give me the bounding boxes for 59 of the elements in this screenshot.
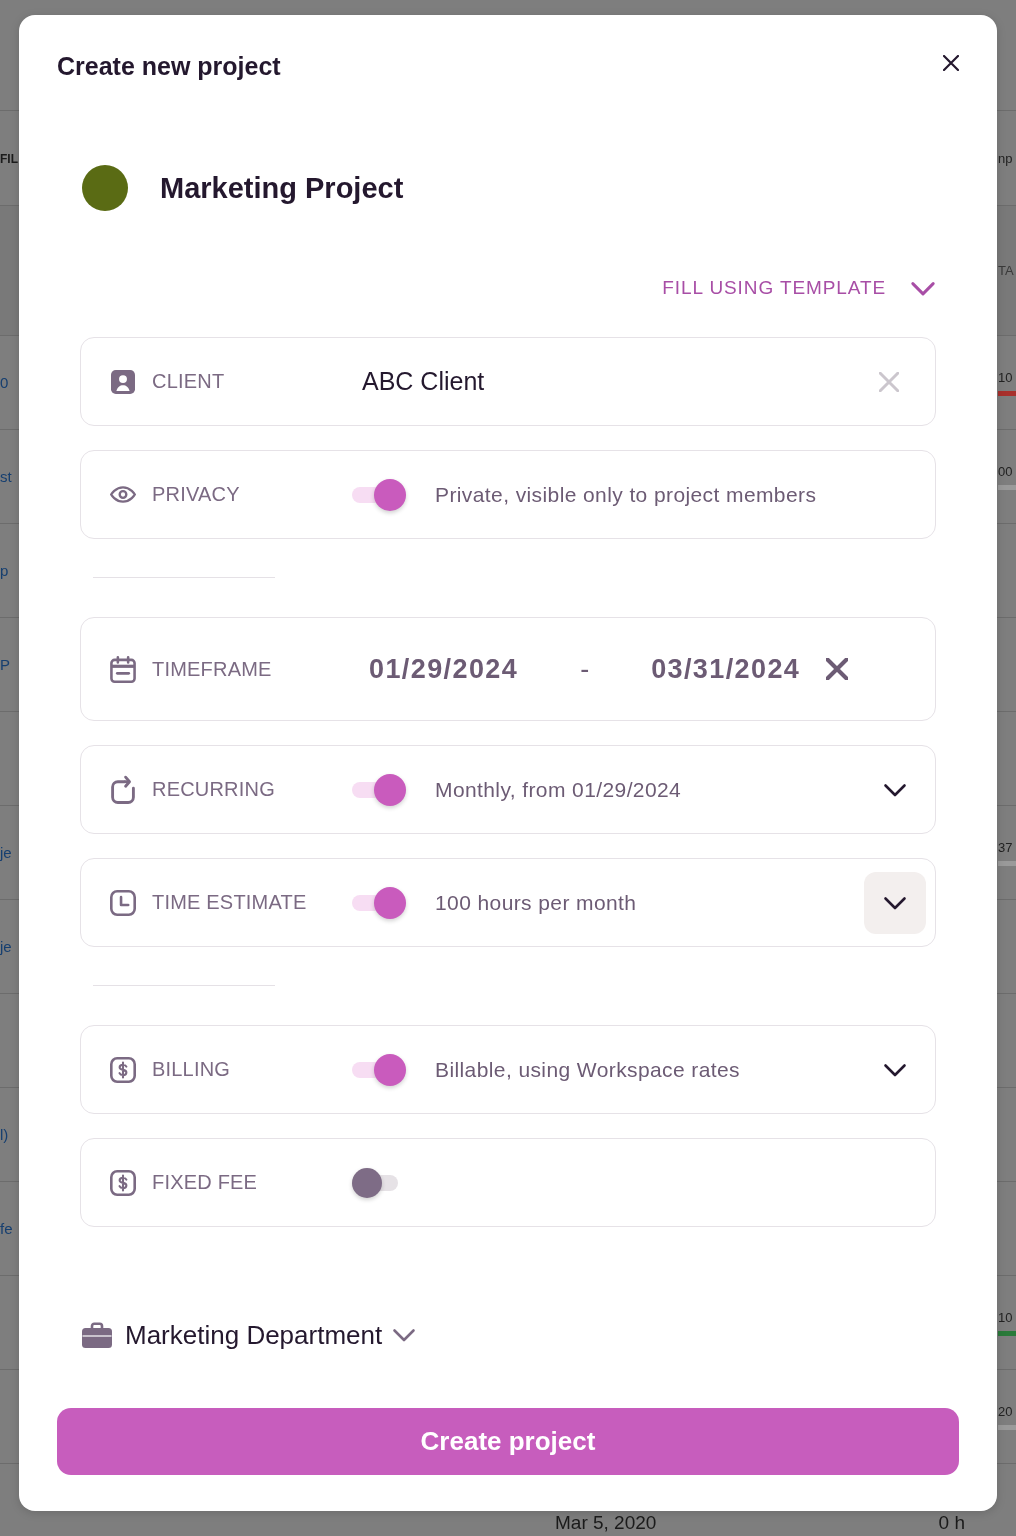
column-header: TA — [998, 263, 1014, 278]
field-label: TIMEFRAME — [152, 657, 272, 681]
column-header: np — [998, 150, 1013, 166]
field-label: TIME ESTIMATE — [152, 891, 307, 914]
department-dropdown[interactable]: Marketing Department — [82, 1318, 417, 1352]
date-separator: - — [580, 653, 590, 685]
chevron-down-icon — [910, 280, 936, 296]
dialog-title: Create new project — [57, 51, 281, 82]
chevron-down-icon — [392, 1328, 417, 1342]
field-value: Billable, using Workspace rates — [435, 1057, 740, 1082]
field-value: 100 hours per month — [435, 890, 637, 915]
chevron-down-icon — [883, 895, 907, 910]
table-link[interactable]: P — [0, 655, 10, 673]
start-date-field[interactable]: 01/29/2024 — [369, 653, 519, 685]
client-select[interactable]: ABC Client — [362, 367, 485, 396]
field-label: CLIENT — [152, 370, 225, 393]
table-text: Mar 5, 2020 — [555, 1512, 657, 1534]
table-text: 0 h — [938, 1512, 965, 1534]
chevron-down-icon[interactable] — [883, 782, 907, 797]
color-dot-icon[interactable] — [82, 165, 128, 211]
dropdown-button[interactable] — [864, 871, 926, 934]
field-value: Private, visible only to project members — [435, 482, 817, 507]
column-header: FIL — [0, 152, 18, 166]
toggle-switch[interactable] — [352, 1053, 406, 1086]
table-link[interactable]: fe — [0, 1219, 13, 1237]
table-text: 10 — [998, 369, 1013, 385]
close-icon[interactable] — [943, 55, 959, 71]
field-label: FIXED FEE — [152, 1171, 258, 1194]
chevron-down-icon[interactable] — [883, 1062, 907, 1077]
toggle-switch[interactable] — [352, 773, 406, 806]
dollar-icon — [110, 1169, 136, 1196]
table-text: 10 — [998, 1309, 1013, 1325]
create-project-button[interactable]: Create project — [57, 1408, 959, 1475]
toggle-switch[interactable] — [352, 478, 406, 511]
toggle-switch[interactable] — [352, 886, 406, 919]
briefcase-icon — [82, 1322, 112, 1348]
project-name[interactable]: Marketing Project — [160, 171, 404, 205]
clear-icon[interactable] — [826, 658, 849, 680]
clock-icon — [110, 889, 136, 916]
table-text: 20 — [998, 1403, 1013, 1419]
field-value: Monthly, from 01/29/2024 — [435, 777, 682, 802]
table-link[interactable]: 0 — [0, 373, 9, 391]
table-link[interactable]: l) — [0, 1125, 9, 1143]
table-link[interactable]: st — [0, 467, 12, 485]
dollar-icon — [110, 1056, 136, 1083]
table-link[interactable]: je — [0, 937, 12, 955]
table-link[interactable]: je — [0, 843, 12, 861]
calendar-icon — [110, 655, 136, 683]
table-text: 00 — [998, 463, 1013, 479]
field-label: PRIVACY — [152, 483, 240, 506]
rotate-arrow-icon — [110, 775, 136, 804]
field-label: BILLING — [152, 1058, 231, 1081]
field-label: RECURRING — [152, 778, 275, 801]
template-button[interactable]: FILL USING TEMPLATE — [662, 273, 936, 303]
table-link[interactable]: p — [0, 561, 9, 579]
eye-icon — [110, 486, 136, 503]
person-card-icon — [111, 369, 135, 394]
end-date-field[interactable]: 03/31/2024 — [651, 653, 801, 685]
table-text: 37 — [998, 839, 1013, 855]
